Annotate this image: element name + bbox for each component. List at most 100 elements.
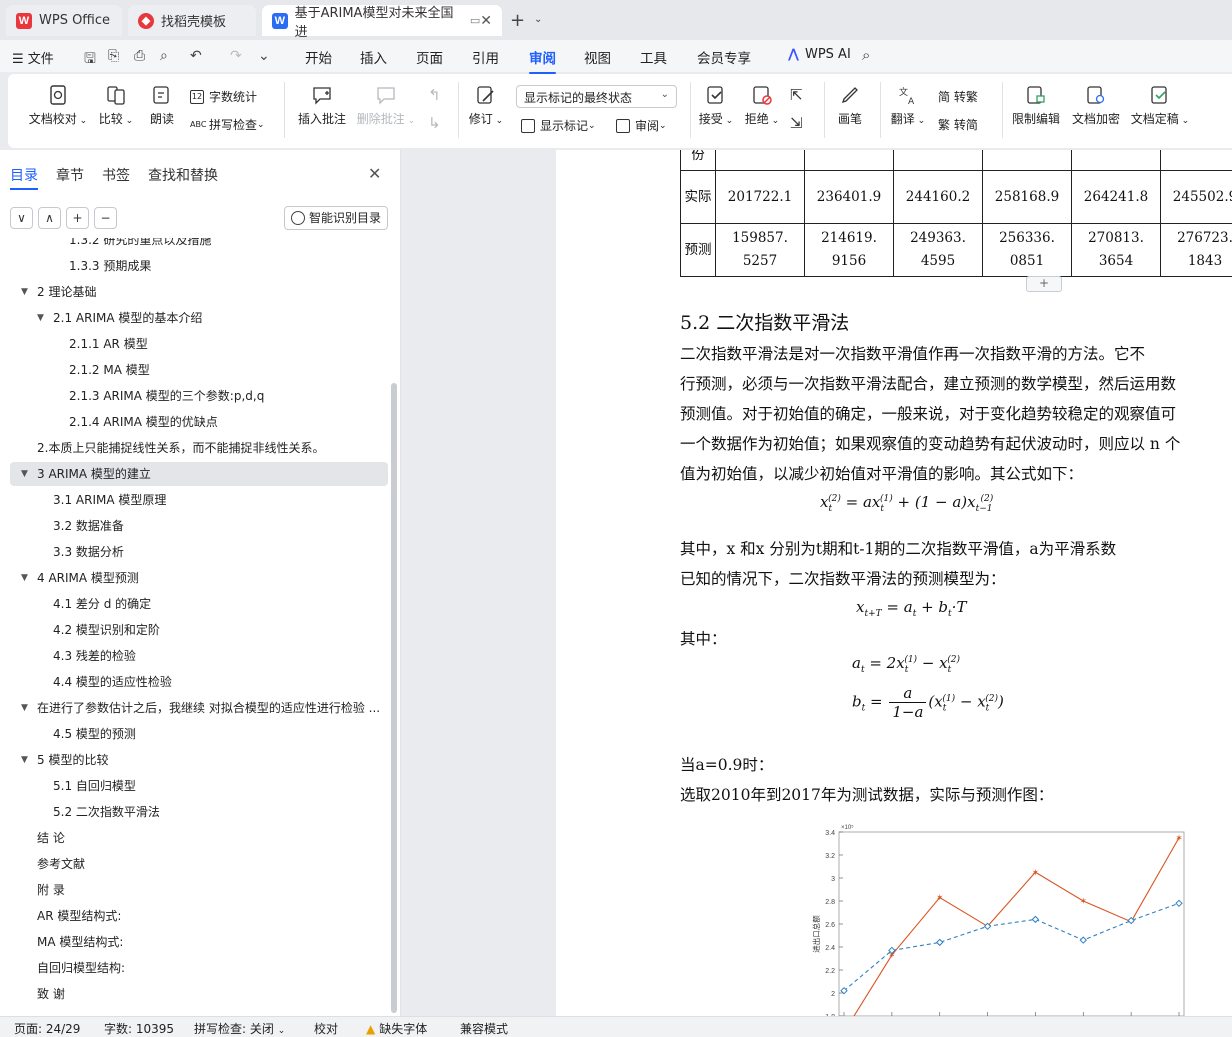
redo-icon[interactable]: ↷ [230, 48, 242, 64]
expand-arrow-icon[interactable]: ▼ [21, 280, 28, 304]
collapse-all-button[interactable]: ∨ [10, 207, 33, 229]
table-cell[interactable]: 270813. 3654 [1071, 223, 1161, 277]
toc-item[interactable]: 2.1.4 ARIMA 模型的优缺点 [10, 410, 388, 434]
document-page[interactable]: 份 实际 201722.1 236401.9 244160.2 258168.9 2642… [556, 150, 1232, 1016]
compare-button[interactable]: 比较 ⌄ [96, 84, 136, 127]
toc-item[interactable]: 1.3.3 预期成果 [10, 254, 388, 278]
page-indicator[interactable]: 页面: 24/29 [14, 1020, 80, 1037]
table-cell[interactable]: 159857. 5257 [715, 223, 805, 277]
toc-item[interactable]: 5.2 二次指数平滑法 [10, 800, 388, 824]
table-cell[interactable]: 份 [680, 150, 716, 171]
undo-icon[interactable]: ↶ [190, 48, 202, 64]
table-cell[interactable] [1071, 150, 1161, 171]
show-markup-button[interactable]: 显示标记 ⌄ [521, 117, 596, 134]
expand-arrow-icon[interactable]: ▼ [21, 748, 28, 772]
missing-font-status[interactable]: ▲ 缺失字体 [366, 1020, 427, 1037]
menu-tab-view[interactable]: 视图 [584, 47, 611, 67]
table-cell[interactable]: 264241.8 [1071, 170, 1161, 224]
table-cell[interactable] [1160, 150, 1232, 171]
to-simplified-button[interactable]: 繁 转简 [938, 116, 978, 133]
wps-ai-button[interactable]: ⋀ WPS AI [788, 47, 851, 62]
formula-at[interactable]: at = 2xt(1) − xt(2) [852, 654, 960, 675]
toc-item[interactable]: ▼ 3 ARIMA 模型的建立 [10, 462, 388, 486]
print-preview-icon[interactable]: ⌕ [160, 48, 168, 64]
toc-item[interactable]: 2.1.2 MA 模型 [10, 358, 388, 382]
toc-item[interactable]: 1.3.2 研究的重点以及措施 [10, 238, 388, 252]
accept-button[interactable]: 接受 ⌄ [696, 84, 736, 127]
toc-item[interactable]: AR 模型结构式: [10, 904, 388, 928]
toc-item[interactable]: 2.1.3 ARIMA 模型的三个参数:p,d,q [10, 384, 388, 408]
table-cell[interactable]: 258168.9 [982, 170, 1072, 224]
toc-item[interactable]: 4.2 模型识别和定阶 [10, 618, 388, 642]
menu-tab-member[interactable]: 会员专享 [697, 47, 751, 67]
toc-item[interactable]: 4.4 模型的适应性检验 [10, 670, 388, 694]
nav-tab-sections[interactable]: 章节 [56, 165, 84, 185]
menu-tab-page[interactable]: 页面 [416, 47, 443, 67]
expand-arrow-icon[interactable]: ▼ [21, 566, 28, 590]
toc-item[interactable]: ▼ 2.1 ARIMA 模型的基本介绍 [10, 306, 388, 330]
paragraph[interactable]: 已知的情况下，二次指数平滑法的预测模型为： [680, 564, 1006, 594]
table-cell[interactable]: 245502.9 [1160, 170, 1232, 224]
translate-button[interactable]: 文A 翻译 ⌄ [888, 84, 928, 127]
toc-item[interactable]: 4.1 差分 d 的确定 [10, 592, 388, 616]
finalize-button[interactable]: 文档定稿 ⌄ [1128, 84, 1192, 127]
toc-item[interactable]: ▼ 2 理论基础 [10, 280, 388, 304]
paragraph[interactable]: 选取2010年到2017年为测试数据，实际与预测作图： [680, 780, 1053, 810]
table-cell[interactable] [715, 150, 805, 171]
toc-item[interactable]: 4.3 残差的检验 [10, 644, 388, 668]
to-traditional-button[interactable]: 简 转繁 [938, 88, 978, 105]
expand-arrow-icon[interactable]: ▼ [37, 306, 44, 330]
add-row-button[interactable]: + [1026, 276, 1062, 292]
table-cell[interactable]: 实际 [680, 170, 716, 224]
toc-item[interactable]: 3.1 ARIMA 模型原理 [10, 488, 388, 512]
table-cell[interactable] [982, 150, 1072, 171]
previous-change-icon[interactable]: ⇱ [790, 86, 803, 104]
nav-tab-toc[interactable]: 目录 [10, 165, 38, 190]
export-icon[interactable]: ⎘ [108, 48, 119, 64]
document-canvas[interactable]: 份 实际 201722.1 236401.9 244160.2 258168.9 2642… [402, 150, 1232, 1016]
next-change-icon[interactable]: ⇲ [790, 114, 803, 132]
table-cell[interactable]: 201722.1 [715, 170, 805, 224]
paragraph[interactable]: 其中，x 和x 分别为t期和t-1期的二次指数平滑值，a为平滑系数 [680, 534, 1116, 564]
spell-check-status[interactable]: 拼写检查: 关闭 ⌄ [194, 1020, 285, 1037]
save-icon[interactable]: 🖫 [84, 48, 96, 72]
toc-item[interactable]: 结 论 [10, 826, 388, 850]
nav-scrollbar[interactable] [391, 383, 397, 1013]
toc-item[interactable]: 2.本质上只能捕捉线性关系，而不能捕捉非线性关系。 [10, 436, 388, 460]
formula-bt[interactable]: bt = a 1−a (xt(1) − xt(2)) [852, 684, 1004, 721]
table-cell[interactable]: 236401.9 [804, 170, 894, 224]
file-menu[interactable]: ☰ 文件 [12, 48, 54, 67]
encrypt-button[interactable]: 文档加密 [1068, 84, 1124, 127]
toc-item[interactable]: 自回归模型结构: [10, 956, 388, 980]
reject-button[interactable]: 拒绝 ⌄ [742, 84, 782, 127]
paragraph[interactable]: 当a=0.9时： [680, 750, 773, 780]
word-count-button[interactable]: 12 字数统计 [190, 88, 257, 105]
next-comment-icon[interactable]: ↳ [428, 114, 441, 132]
demote-heading-button[interactable]: − [94, 207, 117, 229]
toc-item[interactable]: 附 录 [10, 878, 388, 902]
table-cell[interactable]: 249363. 4595 [893, 223, 983, 277]
insert-comment-button[interactable]: 插入批注 [294, 84, 350, 127]
toc-item[interactable]: 2.1.1 AR 模型 [10, 332, 388, 356]
read-aloud-button[interactable]: 朗读 [144, 84, 180, 127]
proof-status[interactable]: 校对 [314, 1020, 338, 1037]
smart-toc-button[interactable]: 智能识别目录 [284, 206, 388, 230]
table-cell[interactable]: 276723. 1843 [1160, 223, 1232, 277]
menu-tab-tools[interactable]: 工具 [640, 47, 667, 67]
tab-wps-office[interactable]: W WPS Office [6, 5, 122, 36]
formula-forecast[interactable]: xt+T = at + bt·T [856, 598, 966, 619]
section-heading[interactable]: 5.2 二次指数平滑法 [680, 308, 849, 335]
markup-view-select[interactable]: 显示标记的最终状态 ⌄ [516, 85, 677, 108]
proofread-button[interactable]: 文档校对 ⌄ [26, 84, 90, 127]
close-tab-icon[interactable]: ✕ [480, 13, 492, 29]
expand-arrow-icon[interactable]: ▼ [21, 696, 28, 720]
toc-item[interactable]: ▼ 5 模型的比较 [10, 748, 388, 772]
tab-document[interactable]: W 基于ARIMA模型对未来全国进 ▭ ✕ [262, 5, 502, 40]
print-icon[interactable]: ⎙ [134, 48, 145, 64]
toc-item[interactable]: MA 模型结构式: [10, 930, 388, 954]
toc-item[interactable]: 4.5 模型的预测 [10, 722, 388, 746]
toc-item[interactable]: 致 谢 [10, 982, 388, 1006]
paragraph[interactable]: 其中： [680, 624, 727, 654]
ink-button[interactable]: 画笔 [832, 84, 868, 127]
table-cell[interactable]: 256336. 0851 [982, 223, 1072, 277]
